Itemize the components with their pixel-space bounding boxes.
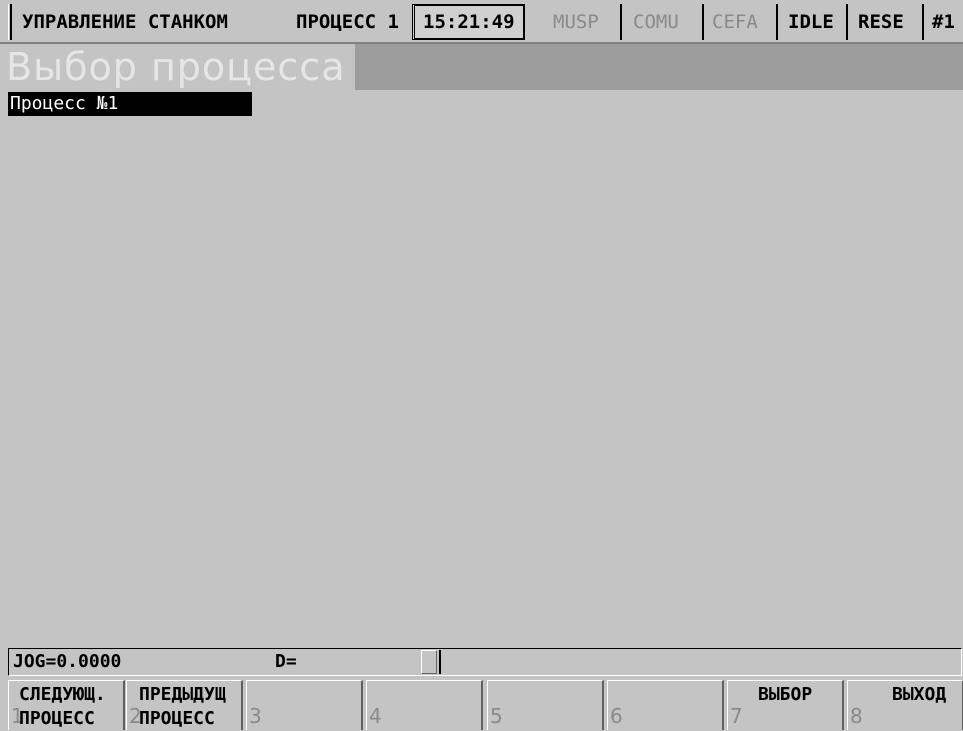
softkey-number: 7 — [730, 704, 743, 728]
screen-title: Выбор процесса — [0, 44, 355, 90]
jog-value: JOG=0.0000 — [13, 651, 122, 672]
softkey-label: ПРЕДЫДУЩ ПРОЦЕСС — [139, 684, 226, 729]
top-status-bar: УПРАВЛЕНИЕ СТАНКОМ ПРОЦЕСС 1 15:21:49 MU… — [0, 0, 963, 44]
softkey-number: 5 — [490, 704, 503, 728]
softkey-label: ВЫБОР — [758, 684, 813, 705]
d-value: D= — [275, 651, 297, 672]
softkey-7-select[interactable]: 7 ВЫБОР — [727, 680, 844, 730]
reset-status: RESE — [858, 11, 904, 33]
softkey-number: 4 — [369, 704, 382, 728]
status-divider — [439, 650, 441, 674]
clock: 15:21:49 — [412, 4, 525, 40]
status-line: JOG=0.0000 D= — [8, 648, 962, 676]
app-title: УПРАВЛЕНИЕ СТАНКОМ — [22, 11, 228, 33]
softkey-number: 8 — [850, 704, 863, 728]
softkey-3[interactable]: 3 — [246, 680, 363, 730]
process-label: ПРОЦЕСС 1 — [296, 11, 399, 33]
softkey-2-prev-process[interactable]: 2 ПРЕДЫДУЩ ПРОЦЕСС — [126, 680, 243, 730]
indicator-comu: COMU — [633, 11, 679, 33]
softkey-4[interactable]: 4 — [366, 680, 483, 730]
status-scroll-knob[interactable] — [421, 650, 437, 674]
softkey-6[interactable]: 6 — [607, 680, 724, 730]
softkey-8-exit[interactable]: 8 ВЫХОД — [847, 680, 963, 730]
softkey-label: ВЫХОД — [892, 684, 947, 705]
softkey-bar: 1 СЛЕДУЮЩ. ПРОЦЕСС 2 ПРЕДЫДУЩ ПРОЦЕСС 3 … — [0, 678, 963, 731]
softkey-number: 3 — [249, 704, 262, 728]
softkey-5[interactable]: 5 — [487, 680, 604, 730]
process-list-item-selected[interactable]: Процесс №1 — [8, 92, 252, 116]
softkey-number: 6 — [610, 704, 623, 728]
channel-number: #1 — [932, 11, 955, 33]
softkey-1-next-process[interactable]: 1 СЛЕДУЮЩ. ПРОЦЕСС — [8, 680, 125, 730]
clock-time: 15:21:49 — [412, 4, 525, 40]
indicator-musp: MUSP — [553, 11, 599, 33]
softkey-label: СЛЕДУЮЩ. ПРОЦЕСС — [19, 684, 106, 729]
mode-status: IDLE — [788, 11, 834, 33]
indicator-cefa: CEFA — [712, 11, 758, 33]
